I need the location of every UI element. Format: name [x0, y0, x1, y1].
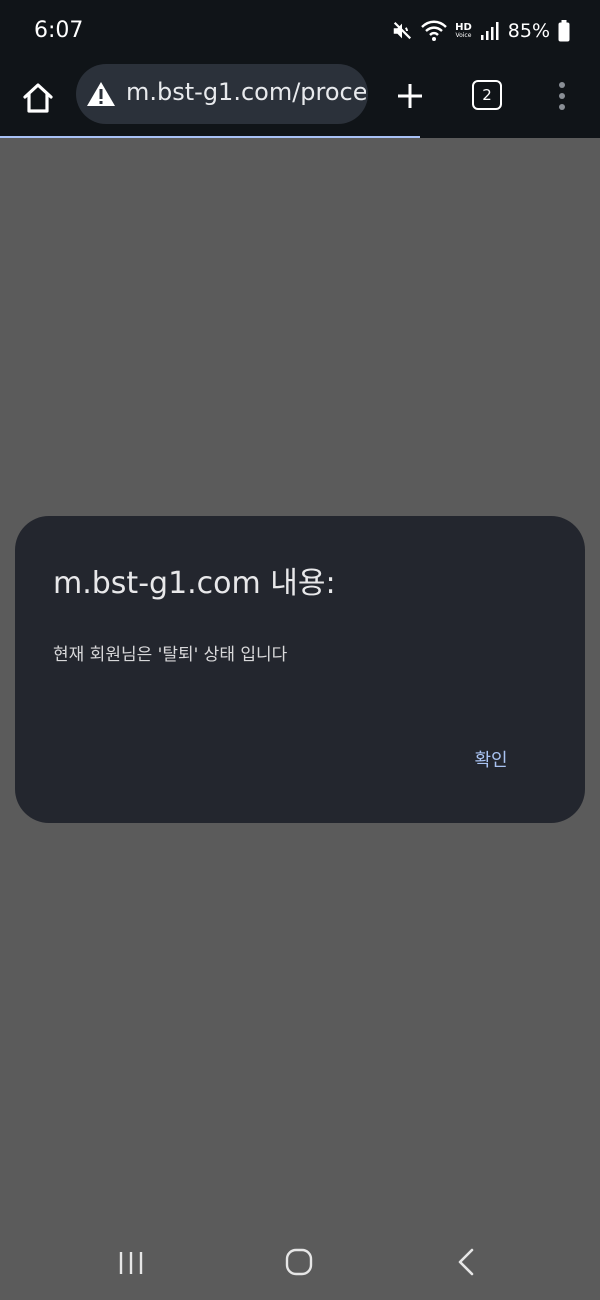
more-menu-button[interactable] — [548, 78, 576, 114]
nav-home-icon[interactable] — [284, 1247, 314, 1277]
alert-dialog: m.bst-g1.com 내용: 현재 회원님은 '탈퇴' 상태 입니다 확인 — [15, 516, 585, 823]
page-load-progress — [0, 136, 420, 138]
menu-dot-icon — [559, 82, 565, 88]
tab-switcher-button[interactable]: 2 — [472, 80, 502, 110]
voice-label: Voice — [455, 32, 472, 39]
new-tab-button[interactable] — [390, 76, 430, 116]
battery-percent: 85% — [507, 20, 550, 42]
recents-icon[interactable] — [116, 1249, 146, 1277]
system-nav-bar — [0, 1225, 600, 1300]
home-button[interactable] — [18, 78, 58, 118]
menu-dot-icon — [559, 93, 565, 99]
dialog-ok-button[interactable]: 확인 — [461, 744, 521, 778]
screen: 6:07 HD Voice 85% m.bst-g1.com/process 2… — [0, 0, 600, 1300]
warning-icon[interactable] — [86, 80, 116, 108]
signal-icon — [480, 22, 499, 40]
status-icons: HD Voice 85% — [391, 16, 570, 46]
page-load-progress-track — [420, 136, 600, 138]
plus-icon — [398, 84, 422, 108]
home-icon — [23, 83, 53, 113]
dialog-title: m.bst-g1.com 내용: — [53, 566, 336, 601]
back-icon[interactable] — [452, 1247, 482, 1277]
hd-voice-badge: HD Voice — [455, 23, 472, 39]
battery-icon — [558, 20, 570, 42]
tab-count: 2 — [482, 86, 492, 104]
status-time: 6:07 — [34, 18, 84, 43]
wifi-icon — [421, 20, 447, 41]
dialog-message: 현재 회원님은 '탈퇴' 상태 입니다 — [53, 645, 288, 665]
status-bar: 6:07 HD Voice 85% — [0, 0, 600, 64]
address-bar[interactable]: m.bst-g1.com/process — [76, 64, 368, 124]
url-text: m.bst-g1.com/process — [126, 78, 366, 106]
menu-dot-icon — [559, 104, 565, 110]
mute-icon — [393, 21, 412, 40]
